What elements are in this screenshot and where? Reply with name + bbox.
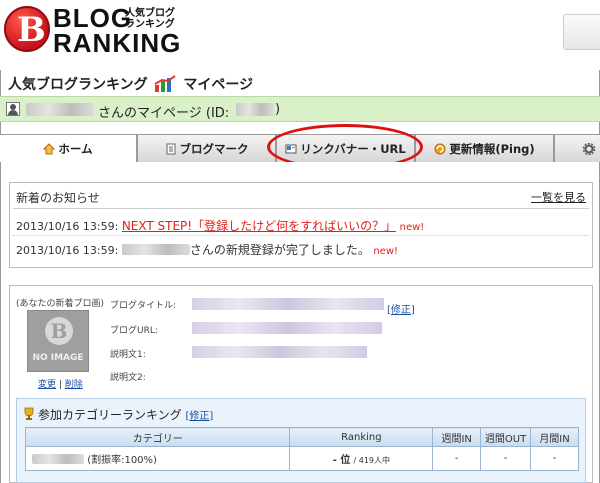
news-link[interactable]: NEXT STEP!「登録したけど何をすればいいの？」 (122, 219, 396, 233)
desc1-label: 説明文1: (110, 350, 146, 360)
blog-url-label: ブログURL: (110, 326, 158, 336)
change-image-link[interactable]: 変更 (38, 380, 56, 390)
table-row: (割振率:100%) - 位 / 419人中 - - - (24, 446, 579, 471)
news-more-link[interactable]: 一覧を見る (531, 189, 586, 205)
mypage-title-right: マイページ (183, 77, 254, 93)
category-title-text: 参加カテゴリーランキング (38, 408, 182, 422)
tab-bar: ホーム ブログマーク リンクバナー・URL 更新情報(Ping) (0, 134, 600, 163)
profile-image: B NO IMAGE (27, 310, 89, 372)
desc2-label: 説明文2: (110, 373, 146, 383)
news-item: 2013/10/16 13:59: さんの新規登録が完了しました。 new! (16, 241, 398, 258)
refresh-icon (434, 143, 446, 154)
tab-blogmark[interactable]: ブログマーク (137, 134, 276, 162)
blog-title-label: ブログタイトル: (110, 301, 177, 311)
new-badge: new! (373, 246, 399, 257)
category-cell: (割振率:100%) (24, 446, 291, 471)
logo-text-ranking: RANKING (53, 28, 182, 58)
site-header: B BLOG RANKING 人気ブログランキング (0, 0, 600, 70)
weekly-out-cell: - (480, 446, 532, 471)
document-icon (166, 143, 175, 154)
logo-mark: B (17, 10, 46, 50)
mypage-title-left: 人気ブログランキング (8, 77, 148, 93)
col-category: カテゴリー (24, 427, 291, 447)
user-bar-text: さんのマイページ (ID: (98, 106, 230, 121)
category-edit-link[interactable]: 修正 (189, 411, 209, 422)
no-image-logo-icon: B (45, 317, 73, 345)
divider (13, 208, 589, 209)
tab-update-ping[interactable]: 更新情報(Ping) (415, 134, 554, 162)
no-image-label: NO IMAGE (32, 353, 84, 363)
col-weekly-in: 週間IN (432, 427, 482, 447)
monthly-in-cell: - (530, 446, 579, 471)
new-badge: new! (399, 222, 425, 233)
trophy-icon (24, 407, 34, 420)
category-ranking-panel: 参加カテゴリーランキング [修正] カテゴリー Ranking 週間IN 週間O… (16, 398, 586, 483)
mypage-title: 人気ブログランキング マイページ (8, 74, 253, 94)
ranking-cell: - 位 / 419人中 (289, 446, 434, 471)
tab-update-ping-label: 更新情報(Ping) (449, 141, 535, 156)
tab-home-label: ホーム (58, 142, 93, 156)
news-timestamp: 2013/10/16 13:59: (16, 244, 119, 257)
user-id-close: ) (275, 102, 281, 117)
news-panel: 新着のお知らせ 一覧を見る 2013/10/16 13:59: NEXT STE… (9, 182, 593, 268)
gear-icon (583, 142, 595, 155)
blog-url-blurred (192, 322, 382, 334)
tab-blogmark-label: ブログマーク (179, 141, 249, 156)
profile-image-links: 変更 | 削除 (38, 377, 83, 390)
tab-home[interactable]: ホーム (0, 134, 137, 163)
username-blurred (26, 103, 94, 116)
blog-title-blurred (192, 298, 384, 310)
col-weekly-out: 週間OUT (480, 427, 532, 447)
delete-image-link[interactable]: 削除 (65, 380, 83, 390)
chart-up-icon (154, 75, 177, 92)
col-monthly-in: 月間IN (530, 427, 579, 447)
edit-link[interactable]: 修正 (391, 305, 411, 316)
category-ranking-title: 参加カテゴリーランキング [修正] (23, 406, 213, 423)
tab-link-banner[interactable]: リンクバナー・URL (276, 134, 415, 162)
username-blurred (121, 244, 190, 255)
table-header-row: カテゴリー Ranking 週間IN 週間OUT 月間IN (24, 427, 579, 447)
col-ranking: Ranking (289, 427, 434, 447)
news-timestamp: 2013/10/16 13:59: (16, 220, 119, 233)
category-suffix: (割振率:100%) (87, 455, 157, 466)
header-button[interactable] (563, 14, 600, 50)
logo-subtitle: 人気ブログランキング (125, 8, 175, 30)
weekly-in-cell: - (432, 446, 482, 471)
rank-total: / 419人中 (353, 456, 391, 465)
tab-settings[interactable] (554, 134, 600, 162)
category-table: カテゴリー Ranking 週間IN 週間OUT 月間IN (割振率:100%)… (24, 427, 579, 471)
user-id-blurred (236, 103, 274, 116)
user-icon (6, 102, 20, 116)
user-bar: さんのマイページ (ID: ) (0, 96, 600, 122)
banner-icon (285, 144, 297, 153)
divider (13, 235, 589, 236)
news-title: 新着のお知らせ (16, 191, 100, 205)
blog-ranking-logo-icon[interactable]: B (4, 6, 50, 52)
rank-value: - 位 (332, 455, 351, 466)
blog-title-edit: [修正] (387, 305, 415, 316)
link-separator: | (58, 380, 62, 390)
category-name-blurred (32, 454, 84, 464)
profile-image-caption: (あなたの新着プロ画) (16, 299, 105, 309)
tab-link-banner-label: リンクバナー・URL (300, 141, 406, 156)
home-icon (43, 143, 56, 155)
news-item: 2013/10/16 13:59: NEXT STEP!「登録したけど何をすれば… (16, 217, 424, 234)
news-text: さんの新規登録が完了しました。 (189, 243, 370, 257)
desc1-blurred (192, 346, 367, 358)
